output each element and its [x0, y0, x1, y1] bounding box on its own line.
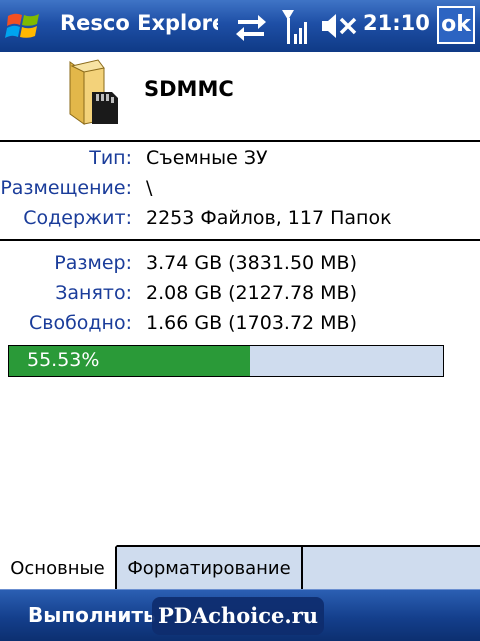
property-value: \: [146, 177, 153, 199]
property-label: Занято:: [55, 282, 132, 304]
divider: [0, 239, 480, 241]
tab-general[interactable]: Основные: [0, 545, 117, 591]
property-value: 2253 Файлов, 117 Папок: [146, 207, 392, 229]
title-bar: Resco Explorer 2 21:10 ok: [0, 0, 480, 52]
drive-name: SDMMC: [144, 77, 234, 101]
property-label: Размещение:: [0, 177, 132, 199]
app-title: Resco Explorer 2: [60, 11, 218, 35]
usage-percent-label: 55.53%: [27, 349, 100, 371]
divider: [0, 140, 480, 142]
property-row-free: Свободно: 1.66 GB (1703.72 MB): [0, 312, 480, 342]
property-value: Съемные ЗУ: [146, 147, 268, 169]
folder-sdcard-icon: [69, 59, 118, 125]
signal-icon[interactable]: [280, 8, 310, 46]
property-row-location: Размещение: \: [0, 177, 480, 207]
tab-format[interactable]: Форматирование: [117, 545, 303, 591]
watermark-logo: PDAchoice.ru: [152, 597, 324, 635]
property-value: 2.08 GB (2127.78 MB): [146, 282, 358, 304]
property-row-type: Тип: Съемные ЗУ: [0, 147, 480, 177]
softkey-execute[interactable]: Выполнить: [28, 603, 156, 627]
usage-progress-bar: 55.53%: [8, 345, 444, 377]
volume-muted-icon[interactable]: [320, 12, 358, 40]
tab-bar: Основные Форматирование: [0, 545, 480, 591]
property-row-size: Размер: 3.74 GB (3831.50 MB): [0, 252, 480, 282]
clock[interactable]: 21:10: [363, 11, 430, 35]
sync-icon[interactable]: [234, 11, 268, 41]
property-label: Содержит:: [23, 207, 132, 229]
property-row-used: Занято: 2.08 GB (2127.78 MB): [0, 282, 480, 312]
property-label: Тип:: [89, 147, 132, 169]
property-row-contains: Содержит: 2253 Файлов, 117 Папок: [0, 207, 480, 237]
ok-button[interactable]: ok: [437, 6, 475, 44]
property-value: 1.66 GB (1703.72 MB): [146, 312, 358, 334]
property-value: 3.74 GB (3831.50 MB): [146, 252, 358, 274]
property-label: Свободно:: [28, 312, 132, 334]
property-label: Размер:: [54, 252, 132, 274]
windows-start-icon[interactable]: [4, 6, 44, 46]
